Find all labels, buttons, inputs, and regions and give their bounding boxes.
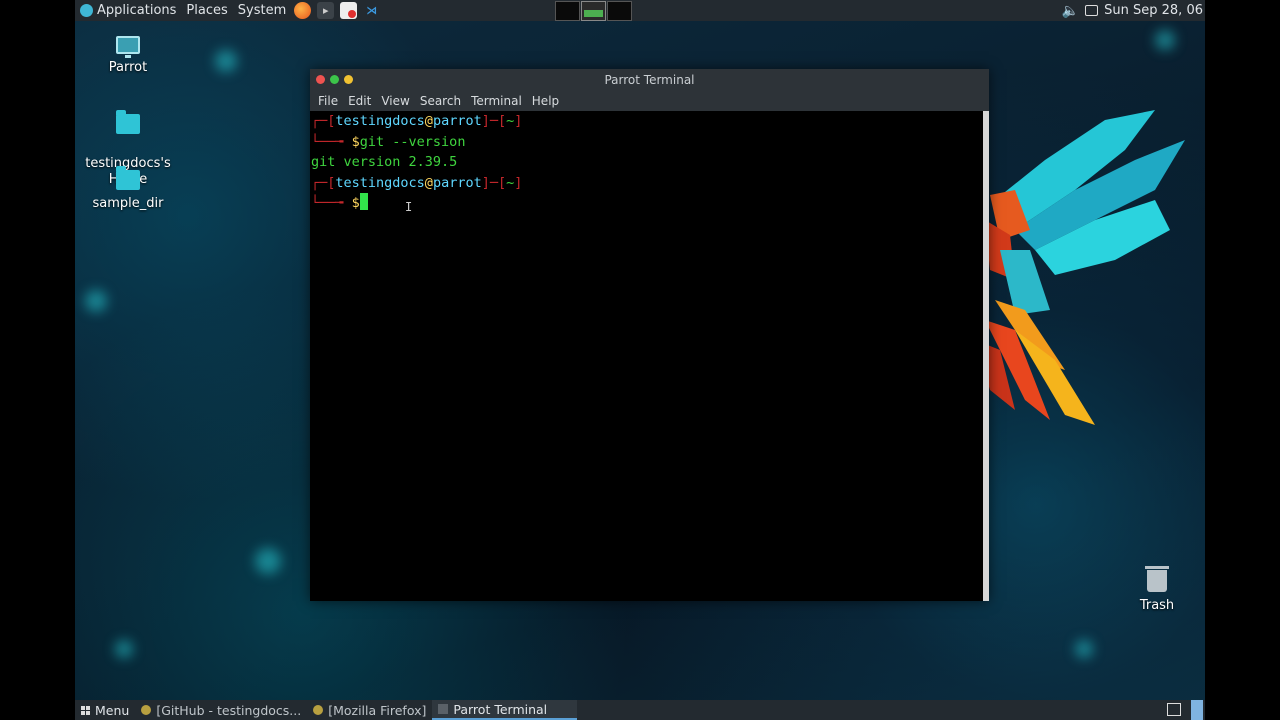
- terminal-output[interactable]: ┌─[testingdocs@parrot]─[~] └──╼ $git --v…: [310, 111, 983, 601]
- applications-menu[interactable]: Applications: [75, 0, 181, 21]
- maximize-button[interactable]: [330, 75, 339, 84]
- menu-help[interactable]: Help: [527, 94, 564, 108]
- firefox-icon[interactable]: [294, 2, 312, 19]
- desktop-icon-trash[interactable]: Trash: [1112, 566, 1202, 614]
- home-folder-icon: [116, 110, 140, 134]
- bokeh-dot: [1155, 30, 1175, 50]
- desktop-icon-sample-dir[interactable]: sample_dir: [83, 166, 173, 212]
- minimize-button[interactable]: [344, 75, 353, 84]
- computer-icon: [116, 36, 140, 58]
- trash-icon: [1145, 566, 1169, 592]
- notification-icon[interactable]: [1085, 5, 1099, 16]
- workspace-3[interactable]: [607, 1, 632, 21]
- window-controls: [316, 75, 353, 84]
- bokeh-dot: [115, 640, 133, 658]
- command-line: └──╼ $git --version: [311, 133, 466, 150]
- system-tray: 🔈 Sun Sep 28, 06: [1062, 0, 1205, 21]
- bokeh-dot: [1075, 640, 1093, 658]
- firefox-icon: [313, 705, 324, 715]
- firefox-icon: [141, 705, 152, 715]
- bokeh-dot: [85, 290, 107, 312]
- close-button[interactable]: [316, 75, 325, 84]
- mouse-ibeam-icon: I: [405, 200, 413, 214]
- volume-icon[interactable]: 🔈: [1062, 3, 1079, 19]
- no-entry-icon[interactable]: [340, 2, 358, 19]
- window-title: Parrot Terminal: [604, 73, 695, 87]
- menu-button[interactable]: Menu: [75, 700, 135, 720]
- terminal-menubar: File Edit View Search Terminal Help: [310, 91, 989, 111]
- taskbar-item-github[interactable]: [GitHub - testingdocs...: [135, 700, 307, 720]
- parrot-logo-icon: [80, 4, 93, 17]
- menu-search[interactable]: Search: [415, 94, 466, 108]
- desktop-icon-parrot[interactable]: Parrot: [83, 36, 173, 76]
- show-desktop-icon[interactable]: [1167, 703, 1181, 719]
- folder-icon: [116, 166, 140, 190]
- desktop: Applications Places System ▸ ⋊ 🔈 Sun Sep…: [75, 0, 1205, 720]
- prompt-line: ┌─[testingdocs@parrot]─[~]: [311, 113, 523, 129]
- menu-edit[interactable]: Edit: [343, 94, 376, 108]
- bokeh-dot: [215, 50, 237, 72]
- system-menu[interactable]: System: [233, 0, 291, 21]
- vscode-icon[interactable]: ⋊: [363, 2, 380, 19]
- workspace-indicator[interactable]: [1191, 700, 1203, 720]
- command-output: git version 2.39.5: [311, 154, 458, 170]
- workspace-switcher: [555, 1, 632, 21]
- menu-terminal[interactable]: Terminal: [466, 94, 527, 108]
- terminal-titlebar[interactable]: Parrot Terminal: [310, 69, 989, 91]
- clock[interactable]: Sun Sep 28, 06: [1104, 3, 1203, 18]
- terminal-icon[interactable]: ▸: [317, 2, 335, 19]
- parrot-wallpaper-art: [975, 110, 1185, 425]
- taskbar-item-firefox[interactable]: [Mozilla Firefox]: [307, 700, 432, 720]
- workspace-1[interactable]: [555, 1, 580, 21]
- menu-file[interactable]: File: [313, 94, 343, 108]
- text-cursor: [359, 193, 368, 210]
- bottom-panel: Menu [GitHub - testingdocs... [Mozilla F…: [75, 700, 1205, 720]
- prompt-line: ┌─[testingdocs@parrot]─[~]: [311, 174, 523, 191]
- terminal-icon: [438, 704, 449, 714]
- top-panel: Applications Places System ▸ ⋊ 🔈 Sun Sep…: [75, 0, 1205, 21]
- terminal-scrollbar[interactable]: [983, 111, 989, 601]
- grid-icon: [81, 705, 90, 715]
- menu-view[interactable]: View: [376, 94, 414, 108]
- workspace-2[interactable]: [581, 1, 606, 21]
- taskbar-item-terminal[interactable]: Parrot Terminal: [432, 700, 578, 720]
- bokeh-dot: [255, 548, 281, 574]
- places-menu[interactable]: Places: [181, 0, 232, 21]
- terminal-window: Parrot Terminal File Edit View Search Te…: [310, 69, 989, 601]
